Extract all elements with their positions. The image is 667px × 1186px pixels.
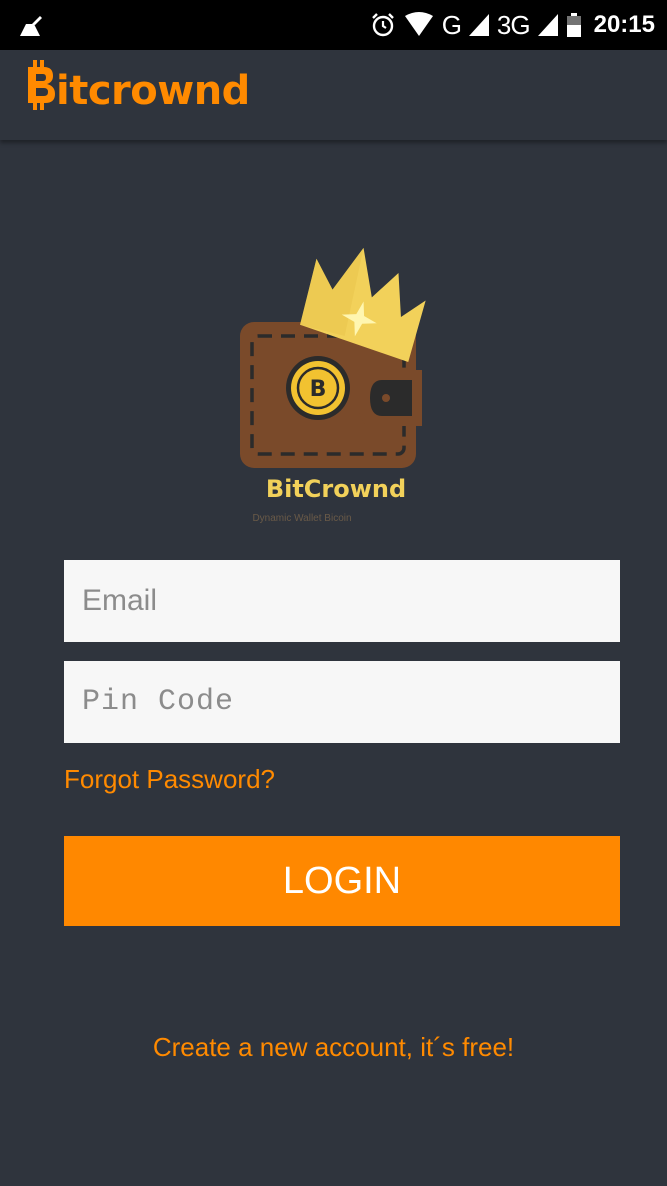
signal-icon — [468, 14, 489, 36]
email-field[interactable] — [64, 560, 620, 642]
brand-name: itcrownd — [56, 68, 250, 114]
network-type-2: 3G — [496, 9, 531, 40]
brand-logo: itcrownd — [26, 60, 250, 115]
status-icons: G 3G 20:15 — [370, 6, 655, 44]
signal-icon — [537, 14, 558, 36]
app-logo: B BitCrownd Dynamic Wallet Bicoin — [236, 240, 436, 530]
bitcoin-icon: B — [286, 356, 350, 420]
logo-name: BitCrownd — [266, 475, 406, 503]
alarm-icon — [370, 12, 396, 38]
clock: 20:15 — [593, 11, 655, 38]
app-bar: itcrownd — [0, 50, 667, 140]
bitcoin-b-icon — [26, 60, 56, 115]
battery-icon — [566, 13, 582, 37]
forgot-password-link[interactable]: Forgot Password? — [64, 764, 275, 795]
pin-code-field[interactable] — [64, 661, 620, 743]
status-bar: G 3G 20:15 — [0, 0, 667, 50]
logo-tagline: Dynamic Wallet Bicoin — [252, 513, 351, 524]
wifi-icon — [404, 12, 434, 38]
cleaner-icon — [18, 14, 44, 43]
login-button[interactable]: LOGIN — [64, 836, 620, 926]
network-type-1: G — [441, 9, 462, 40]
create-account-link[interactable]: Create a new account, it´s free! — [0, 1032, 667, 1063]
svg-text:B: B — [310, 377, 327, 402]
